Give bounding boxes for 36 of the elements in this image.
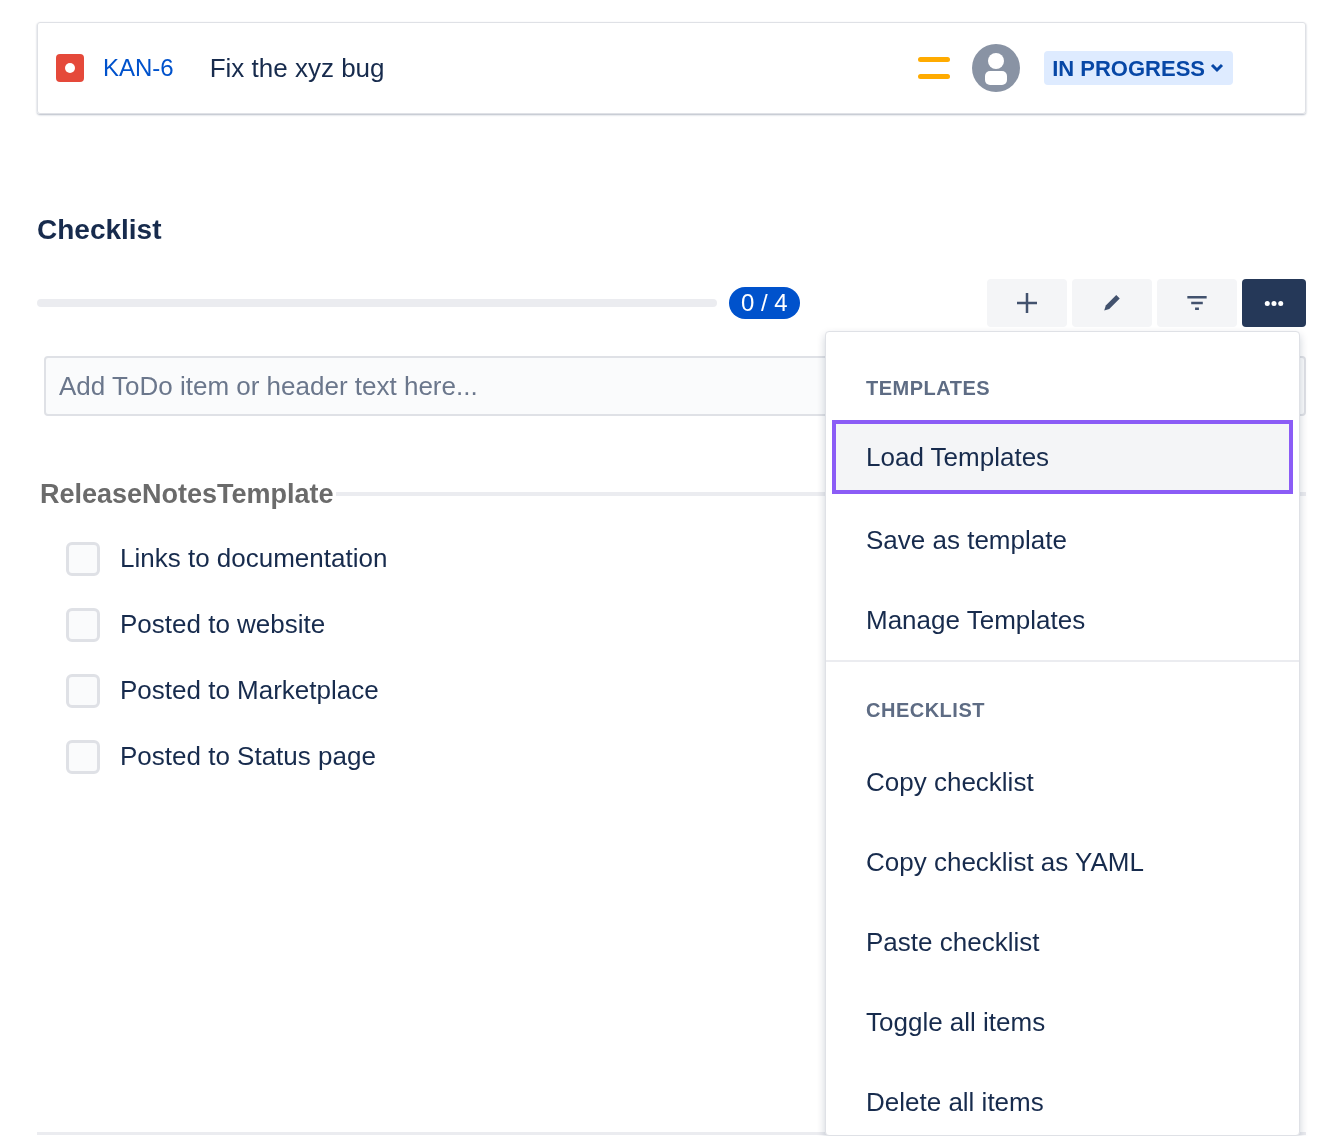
item-label: Posted to Marketplace [120,674,379,707]
menu-item[interactable]: Copy checklist [826,742,1299,822]
menu-item[interactable]: Copy checklist as YAML [826,822,1299,902]
bug-icon [56,54,84,82]
menu-item[interactable]: Save as template [826,500,1299,580]
issue-key[interactable]: KAN-6 [103,50,174,86]
checkbox[interactable] [66,739,100,774]
section-header: ReleaseNotesTemplate [40,478,334,511]
plus-icon [1015,291,1039,315]
pencil-icon [1104,295,1120,311]
filter-icon [1187,296,1207,310]
menu-item[interactable]: Load Templates [832,420,1293,494]
menu-item[interactable]: Toggle all items [826,982,1299,1062]
more-icon [1264,300,1284,306]
checkbox[interactable] [66,541,100,576]
menu-item[interactable]: Paste checklist [826,902,1299,982]
issue-card[interactable]: KAN-6 Fix the xyz bug IN PROGRESS [37,22,1306,114]
menu-item[interactable]: Manage Templates [826,580,1299,660]
status-dropdown[interactable]: IN PROGRESS [1044,51,1233,85]
menu-section-title: TEMPLATES [865,376,992,401]
menu-section-title: CHECKLIST [865,698,986,723]
more-button[interactable] [1242,279,1306,327]
priority-icon [918,57,951,79]
item-label: Posted to website [120,608,326,641]
filter-button[interactable] [1157,279,1237,327]
issue-summary: Fix the xyz bug [209,51,385,85]
menu-item[interactable]: Delete all items [826,1062,1299,1136]
checkbox[interactable] [66,607,100,642]
checkbox[interactable] [66,673,100,708]
checklist-title: Checklist [37,213,163,247]
item-label: Links to documentation [120,542,388,575]
progress-count: 0 / 4 [729,287,800,319]
edit-button[interactable] [1072,279,1152,327]
item-label: Posted to Status page [120,740,376,773]
avatar-icon [972,44,1021,92]
add-button[interactable] [987,279,1067,327]
